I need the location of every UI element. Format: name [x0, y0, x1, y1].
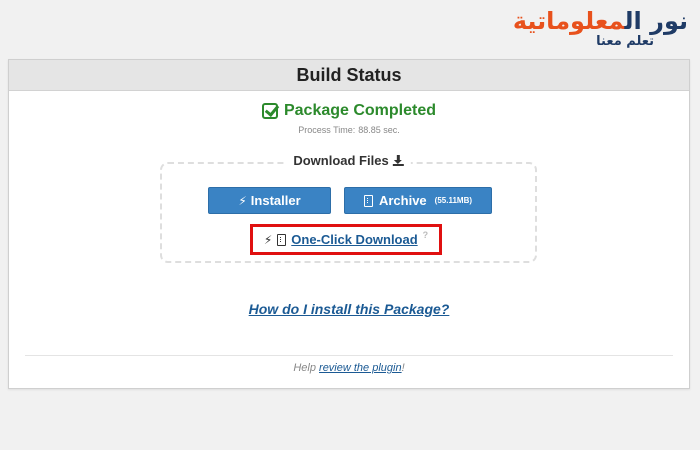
installer-button-label: Installer — [250, 193, 301, 208]
bolt-icon: ⚡︎ — [238, 193, 247, 208]
status-line: Package Completed — [9, 102, 689, 120]
archive-button[interactable]: Archive (55.11MB) — [344, 187, 492, 214]
site-watermark: نور المعلوماتية تعلم معنا — [513, 6, 688, 49]
build-status-panel: Build Status Package Completed Process T… — [8, 59, 690, 389]
watermark-title: نور المعلوماتية — [512, 7, 688, 35]
archive-button-label: Archive — [378, 193, 427, 208]
file-archive-icon — [277, 233, 287, 246]
installer-button[interactable]: ⚡︎ Installer — [208, 187, 331, 214]
divider — [25, 355, 673, 356]
download-files-title: Download Files — [286, 153, 411, 168]
bolt-icon: ⚡︎ — [263, 232, 273, 247]
download-icon — [392, 155, 404, 166]
one-click-download-highlight: ⚡︎ One-Click Download ? — [250, 224, 442, 255]
process-time: Process Time: 88.85 sec. — [9, 125, 689, 135]
archive-size: (55.11MB) — [434, 196, 473, 205]
help-icon[interactable]: ? — [423, 230, 429, 240]
process-time-label: Process Time: — [298, 125, 356, 135]
watermark-tagline: تعلم معنا — [596, 34, 654, 49]
review-plugin-link[interactable]: review the plugin — [319, 362, 402, 374]
file-archive-icon — [363, 194, 373, 207]
download-files-box: Download Files ⚡︎ Installer Archive (55.… — [160, 153, 537, 263]
status-text: Package Completed — [283, 102, 437, 119]
one-click-download-link[interactable]: One-Click Download — [291, 232, 417, 247]
install-help-link[interactable]: How do I install this Package? — [9, 301, 689, 317]
footer-help: Help review the plugin! — [293, 362, 405, 374]
check-square-icon — [261, 103, 278, 119]
panel-title: Build Status — [9, 60, 689, 91]
process-time-value: 88.85 sec. — [358, 125, 400, 135]
